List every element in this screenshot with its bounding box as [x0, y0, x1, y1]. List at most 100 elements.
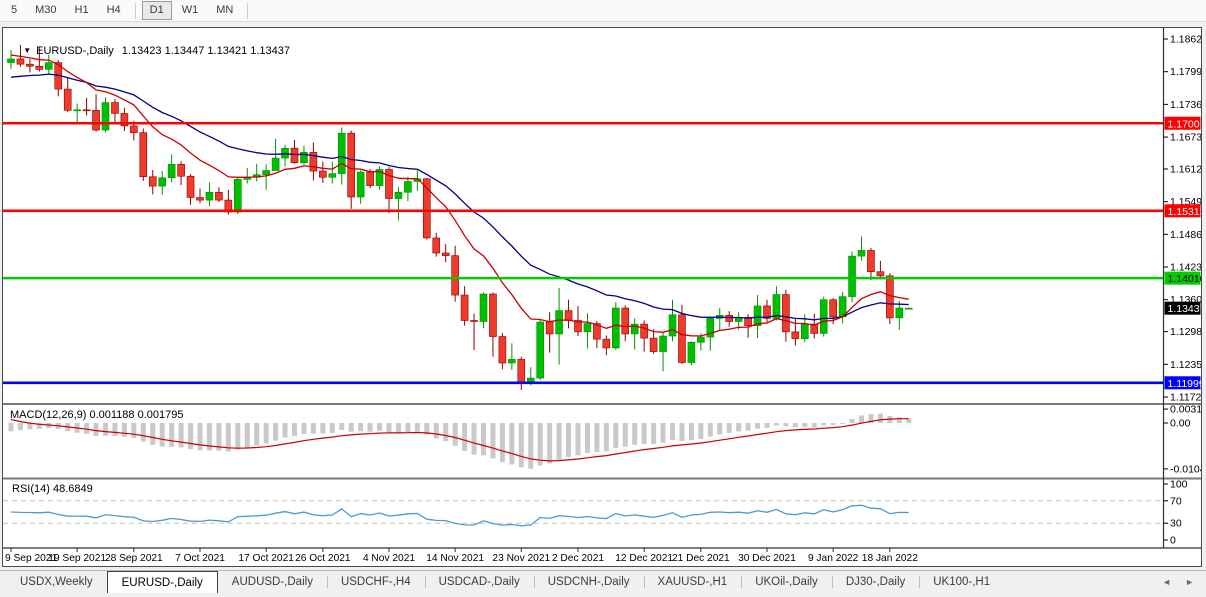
macd-histogram-bar [538, 423, 543, 466]
macd-histogram-bar [169, 423, 174, 447]
macd-histogram-bar [188, 423, 193, 449]
symbol-tab-dj30-daily[interactable]: DJ30-,Daily [832, 571, 919, 593]
macd-histogram-bar [103, 423, 108, 436]
macd-histogram-bar [774, 423, 779, 426]
candle-body [584, 324, 591, 332]
macd-histogram-bar [736, 423, 741, 431]
candle-body [74, 110, 81, 111]
date-tick-label: 19 Sep 2021 [48, 553, 106, 564]
pane-separator[interactable] [3, 478, 1201, 480]
candlestick-series [8, 45, 913, 390]
macd-histogram-bar [717, 423, 722, 434]
candle-body [537, 322, 544, 378]
symbol-tab-uk100-h1[interactable]: UK100-,H1 [919, 571, 1004, 593]
macd-histogram-bar [576, 423, 581, 455]
date-tick-label: 9 Jan 2022 [808, 553, 859, 564]
symbol-tab-usdx-weekly[interactable]: USDX,Weekly [6, 571, 107, 593]
price-tick-label: 1.11725 [1170, 391, 1201, 403]
macd-histogram-bar [387, 423, 392, 432]
macd-tick-label: -0.01043 [1170, 463, 1201, 475]
rsi-line [11, 505, 909, 526]
macd-histogram-bar [358, 423, 363, 431]
price-badge-label: 1.11999 [1168, 378, 1202, 390]
chart-dropdown-icon[interactable]: ▼ [23, 46, 31, 55]
date-tick-label: 26 Oct 2021 [295, 553, 351, 564]
macd-histogram-bar [141, 423, 146, 442]
macd-histogram-bar [462, 423, 467, 451]
macd-histogram-bar [254, 423, 259, 445]
price-badge-label: 1.13437 [1168, 303, 1202, 315]
symbol-tab-eurusd-daily[interactable]: EURUSD-,Daily [107, 571, 218, 593]
candle-body [291, 148, 298, 163]
tab-scroll-left-icon[interactable]: ◄ [1162, 577, 1171, 587]
macd-histogram-bar [519, 423, 524, 467]
candle-body [849, 256, 856, 296]
candle-body [404, 181, 411, 192]
chart-tabs-bar: USDX,WeeklyEURUSD-,DailyAUDUSD-,DailyUSD… [0, 570, 1206, 593]
candle-body [669, 315, 676, 336]
symbol-tab-usdchf-h4[interactable]: USDCHF-,H4 [327, 571, 425, 593]
candle-body [471, 320, 478, 321]
tab-scroll-right-icon[interactable]: ► [1185, 577, 1194, 587]
macd-histogram-bar [94, 423, 99, 436]
price-badge-label: 1.17001 [1168, 118, 1202, 130]
symbol-tab-usdcnh-daily[interactable]: USDCNH-,Daily [534, 571, 644, 593]
timeframe-button-d1[interactable]: D1 [142, 1, 172, 20]
price-badge-label: 1.14016 [1168, 273, 1202, 285]
price-tick-label: 1.14860 [1170, 229, 1201, 241]
macd-histogram-bar [160, 423, 165, 447]
timeframe-toolbar: 5M30H1H4 D1W1MN [0, 0, 1206, 22]
timeframe-button-mn[interactable]: MN [208, 1, 241, 20]
candle-body [518, 359, 525, 383]
macd-histogram-bar [746, 423, 751, 431]
timeframe-button-w1[interactable]: W1 [174, 1, 207, 20]
candle-body [499, 337, 506, 363]
symbol-tab-ukoil-daily[interactable]: UKOil-,Daily [741, 571, 832, 593]
rsi-tick-label: 30 [1170, 518, 1182, 530]
macd-histogram-bar [320, 423, 325, 434]
candle-body [688, 342, 695, 362]
candle-body [64, 89, 71, 110]
symbol-tab-usdcad-daily[interactable]: USDCAD-,Daily [425, 571, 534, 593]
symbol-tab-xauusd-h1[interactable]: XAUUSD-,H1 [644, 571, 742, 593]
macd-histogram-bar [878, 414, 883, 423]
macd-histogram-bar [547, 423, 552, 463]
pane-separator[interactable] [3, 403, 1201, 405]
ma-fast-line [11, 55, 909, 336]
candle-body [641, 324, 648, 338]
timeframe-button-5[interactable]: 5 [3, 1, 25, 20]
price-chart-canvas[interactable]: 1.186251.179951.173651.167351.161201.154… [3, 28, 1201, 565]
macd-histogram-bar [490, 423, 495, 458]
toolbar-separator [135, 3, 136, 19]
price-axis[interactable]: 1.186251.179951.173651.167351.161201.154… [1164, 34, 1202, 547]
timeframe-button-h1[interactable]: H1 [67, 1, 97, 20]
candle-body [130, 126, 137, 133]
symbol-tab-audusd-daily[interactable]: AUDUSD-,Daily [218, 571, 327, 593]
macd-histogram-bar [245, 423, 250, 447]
candle-body [319, 171, 326, 177]
candle-body [461, 295, 468, 320]
macd-histogram-bar [18, 423, 23, 430]
macd-histogram-bar [235, 423, 240, 449]
macd-histogram-bar [594, 423, 599, 452]
macd-histogram-bar [122, 423, 127, 437]
price-badge-label: 1.15313 [1168, 206, 1202, 218]
date-axis[interactable]: 9 Sep 202119 Sep 202128 Sep 20217 Oct 20… [5, 548, 918, 564]
candle-body [178, 164, 185, 176]
candle-body [367, 172, 374, 185]
macd-histogram-bar [632, 423, 637, 445]
timeframe-button-m30[interactable]: M30 [27, 1, 64, 20]
candle-body [348, 133, 355, 197]
candle-body [489, 294, 496, 337]
candle-body [338, 133, 345, 173]
candle-body [159, 178, 166, 186]
date-tick-label: 30 Dec 2021 [738, 553, 796, 564]
timeframe-button-h4[interactable]: H4 [99, 1, 129, 20]
macd-histogram-bar [783, 423, 788, 426]
candle-body [726, 315, 733, 321]
macd-histogram-bar [679, 423, 684, 441]
candle-body [149, 177, 156, 186]
candle-body [612, 308, 619, 348]
macd-histogram-bar [566, 423, 571, 457]
chart-window[interactable]: 1.186251.179951.173651.167351.161201.154… [2, 27, 1202, 567]
